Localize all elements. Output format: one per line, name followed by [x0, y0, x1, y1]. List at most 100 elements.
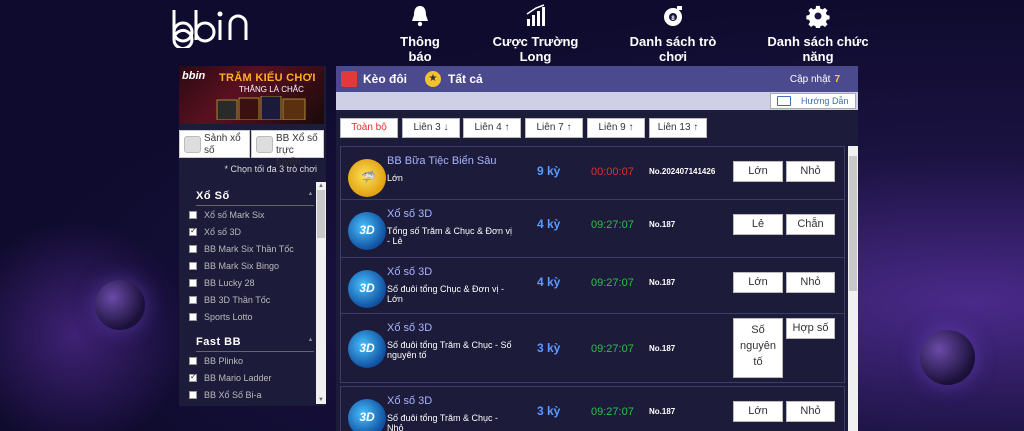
- collapse-icon: ▲: [307, 337, 314, 343]
- promo-banner[interactable]: bbin TRĂM KIỂU CHƠI THẮNG LÀ CHẮC: [179, 66, 324, 124]
- game-name[interactable]: Xổ số 3D: [387, 395, 432, 407]
- draw-number: No.202407141426: [649, 167, 716, 176]
- online-lottery-button[interactable]: BB Xổ số trực tuyến: [251, 130, 324, 168]
- collapse-icon: ▲: [307, 191, 314, 197]
- checkbox[interactable]: [189, 296, 197, 304]
- monitor-icon: [256, 136, 273, 153]
- category-item[interactable]: BB Plinko: [189, 356, 243, 372]
- streak-count: 4 kỳ: [537, 275, 561, 289]
- streak-count: 4 kỳ: [537, 217, 561, 231]
- banner-logo: bbin: [182, 70, 206, 82]
- game-name[interactable]: Xổ số 3D: [387, 266, 432, 278]
- category-item[interactable]: BB Xổ Số Bi-a: [189, 390, 262, 406]
- decorative-orb: [920, 330, 975, 385]
- filter-all[interactable]: Toàn bộ: [340, 118, 398, 138]
- bet-row: 3D Xổ số 3D Số đuôi tổng Chục & Đơn vị -…: [340, 257, 845, 319]
- shark-icon: 🦈: [348, 159, 386, 197]
- filter-streak-7[interactable]: Liên 7 ↑: [525, 118, 583, 138]
- sidebar: bbin TRĂM KIỂU CHƠI THẮNG LÀ CHẮC Sảnh x…: [179, 66, 326, 406]
- bar-chart-icon: [526, 4, 545, 26]
- list-scrollbar[interactable]: [848, 146, 858, 431]
- background-glow: [0, 220, 190, 431]
- bet-option-button[interactable]: Nhỏ: [786, 272, 835, 293]
- category-item[interactable]: Xổ số Mark Six: [189, 210, 265, 226]
- nav-game-list[interactable]: 8 Danh sách trò chơi: [618, 4, 728, 64]
- nav-announcements[interactable]: Thông báo: [390, 4, 450, 64]
- category-item[interactable]: Xổ số 3D: [189, 226, 241, 243]
- draw-number: No.187: [649, 407, 676, 416]
- category-list: Xổ Số ▲ Xổ số Mark Six Xổ số 3D BB Mark …: [179, 182, 326, 406]
- nav-long-dragon-bets[interactable]: Cược Trường Long: [478, 4, 593, 64]
- bet-option-button[interactable]: Lẻ: [733, 214, 783, 235]
- countdown: 09:27:07: [591, 406, 634, 418]
- checkbox[interactable]: [189, 211, 197, 219]
- streak-count: 3 kỳ: [537, 341, 561, 355]
- 3d-lottery-icon: 3D: [348, 270, 386, 308]
- tab-pair-bets[interactable]: Kèo đôi: [363, 72, 407, 86]
- category-header-fastbb[interactable]: Fast BB ▲: [196, 336, 314, 352]
- scroll-up-icon[interactable]: ▲: [316, 182, 326, 190]
- filter-streak-4[interactable]: Liên 4 ↑: [463, 118, 521, 138]
- draw-number: No.187: [649, 220, 676, 229]
- draw-number: No.187: [649, 344, 676, 353]
- checkbox[interactable]: [189, 391, 197, 399]
- 3d-lottery-icon: 3D: [348, 330, 386, 368]
- filter-streak-13[interactable]: Liên 13 ↑: [649, 118, 707, 138]
- countdown: 09:27:07: [591, 277, 634, 289]
- category-item[interactable]: BB Mark Six Thần Tốc: [189, 244, 294, 260]
- game-name[interactable]: Xổ số 3D: [387, 208, 432, 220]
- category-item[interactable]: BB 3D Thần Tốc: [189, 295, 270, 311]
- category-item[interactable]: BB Mario Ladder: [189, 372, 272, 389]
- gear-icon: [806, 5, 830, 28]
- game-ball-icon: 8: [664, 6, 682, 26]
- checkbox[interactable]: [189, 372, 197, 382]
- lottery-hall-button[interactable]: Sảnh xổ số: [179, 130, 250, 158]
- countdown: 09:27:07: [591, 219, 634, 231]
- star-icon: ★: [425, 71, 441, 87]
- banner-title: TRĂM KIỂU CHƠI: [219, 72, 316, 84]
- category-item[interactable]: BB Lucky 28: [189, 278, 255, 294]
- bet-row: 3D Xổ số 3D Số đuôi tổng Trăm & Chục - N…: [340, 386, 845, 431]
- scrollbar-thumb[interactable]: [317, 190, 325, 238]
- bet-option-button[interactable]: Lớn: [733, 161, 783, 182]
- filter-streak-3[interactable]: Liên 3 ↓: [402, 118, 460, 138]
- checkbox[interactable]: [189, 357, 197, 365]
- category-item[interactable]: BB Mark Six Bingo: [189, 261, 279, 277]
- bet-option-button[interactable]: Chẵn: [786, 214, 835, 235]
- bet-option-button[interactable]: Số nguyên tố: [733, 318, 783, 378]
- bet-option-button[interactable]: Lớn: [733, 272, 783, 293]
- tab-all[interactable]: Tất cả: [448, 72, 483, 86]
- bet-option-button[interactable]: Hợp số: [786, 318, 835, 339]
- checkbox[interactable]: [189, 313, 197, 321]
- bet-row: 3D Xổ số 3D Tổng số Trăm & Chục & Đơn vị…: [340, 199, 845, 261]
- banner-cards-image: [216, 96, 306, 120]
- update-status: Cập nhật 7: [789, 74, 840, 85]
- checkbox[interactable]: [189, 262, 197, 270]
- streak-count: 3 kỳ: [537, 404, 561, 418]
- category-item[interactable]: Sports Lotto: [189, 312, 253, 328]
- bet-description: Tổng số Trăm & Chục & Đơn vị - Lẻ: [387, 226, 512, 246]
- category-header-xoso[interactable]: Xổ Số ▲: [196, 190, 314, 206]
- scroll-down-icon[interactable]: ▼: [316, 396, 326, 404]
- bet-option-button[interactable]: Nhỏ: [786, 401, 835, 422]
- game-name[interactable]: Xổ số 3D: [387, 322, 432, 334]
- checkbox[interactable]: [189, 245, 197, 253]
- 3d-lottery-icon: 3D: [348, 212, 386, 250]
- checkbox[interactable]: [189, 226, 197, 236]
- sidebar-scrollbar[interactable]: ▲ ▼: [316, 182, 326, 404]
- bet-option-button[interactable]: Nhỏ: [786, 161, 835, 182]
- banner-subtitle: THẮNG LÀ CHẮC: [239, 85, 304, 94]
- filter-streak-9[interactable]: Liên 9 ↑: [587, 118, 645, 138]
- guide-button[interactable]: Hướng Dẫn: [770, 93, 856, 109]
- bbin-logo[interactable]: [168, 6, 268, 48]
- scrollbar-thumb[interactable]: [849, 156, 857, 291]
- guide-bar: Hướng Dẫn: [336, 92, 858, 110]
- game-name[interactable]: BB Bữa Tiệc Biển Sâu: [387, 155, 496, 167]
- bet-row: 3D Xổ số 3D Số đuôi tổng Trăm & Chục - S…: [340, 313, 845, 383]
- countdown: 09:27:07: [591, 343, 634, 355]
- nav-label: Danh sách trò chơi: [629, 34, 717, 64]
- nav-function-list[interactable]: Danh sách chức năng: [756, 4, 880, 64]
- pick-limit-note: * Chọn tối đa 3 trò chơi: [224, 164, 317, 174]
- bet-option-button[interactable]: Lớn: [733, 401, 783, 422]
- checkbox[interactable]: [189, 279, 197, 287]
